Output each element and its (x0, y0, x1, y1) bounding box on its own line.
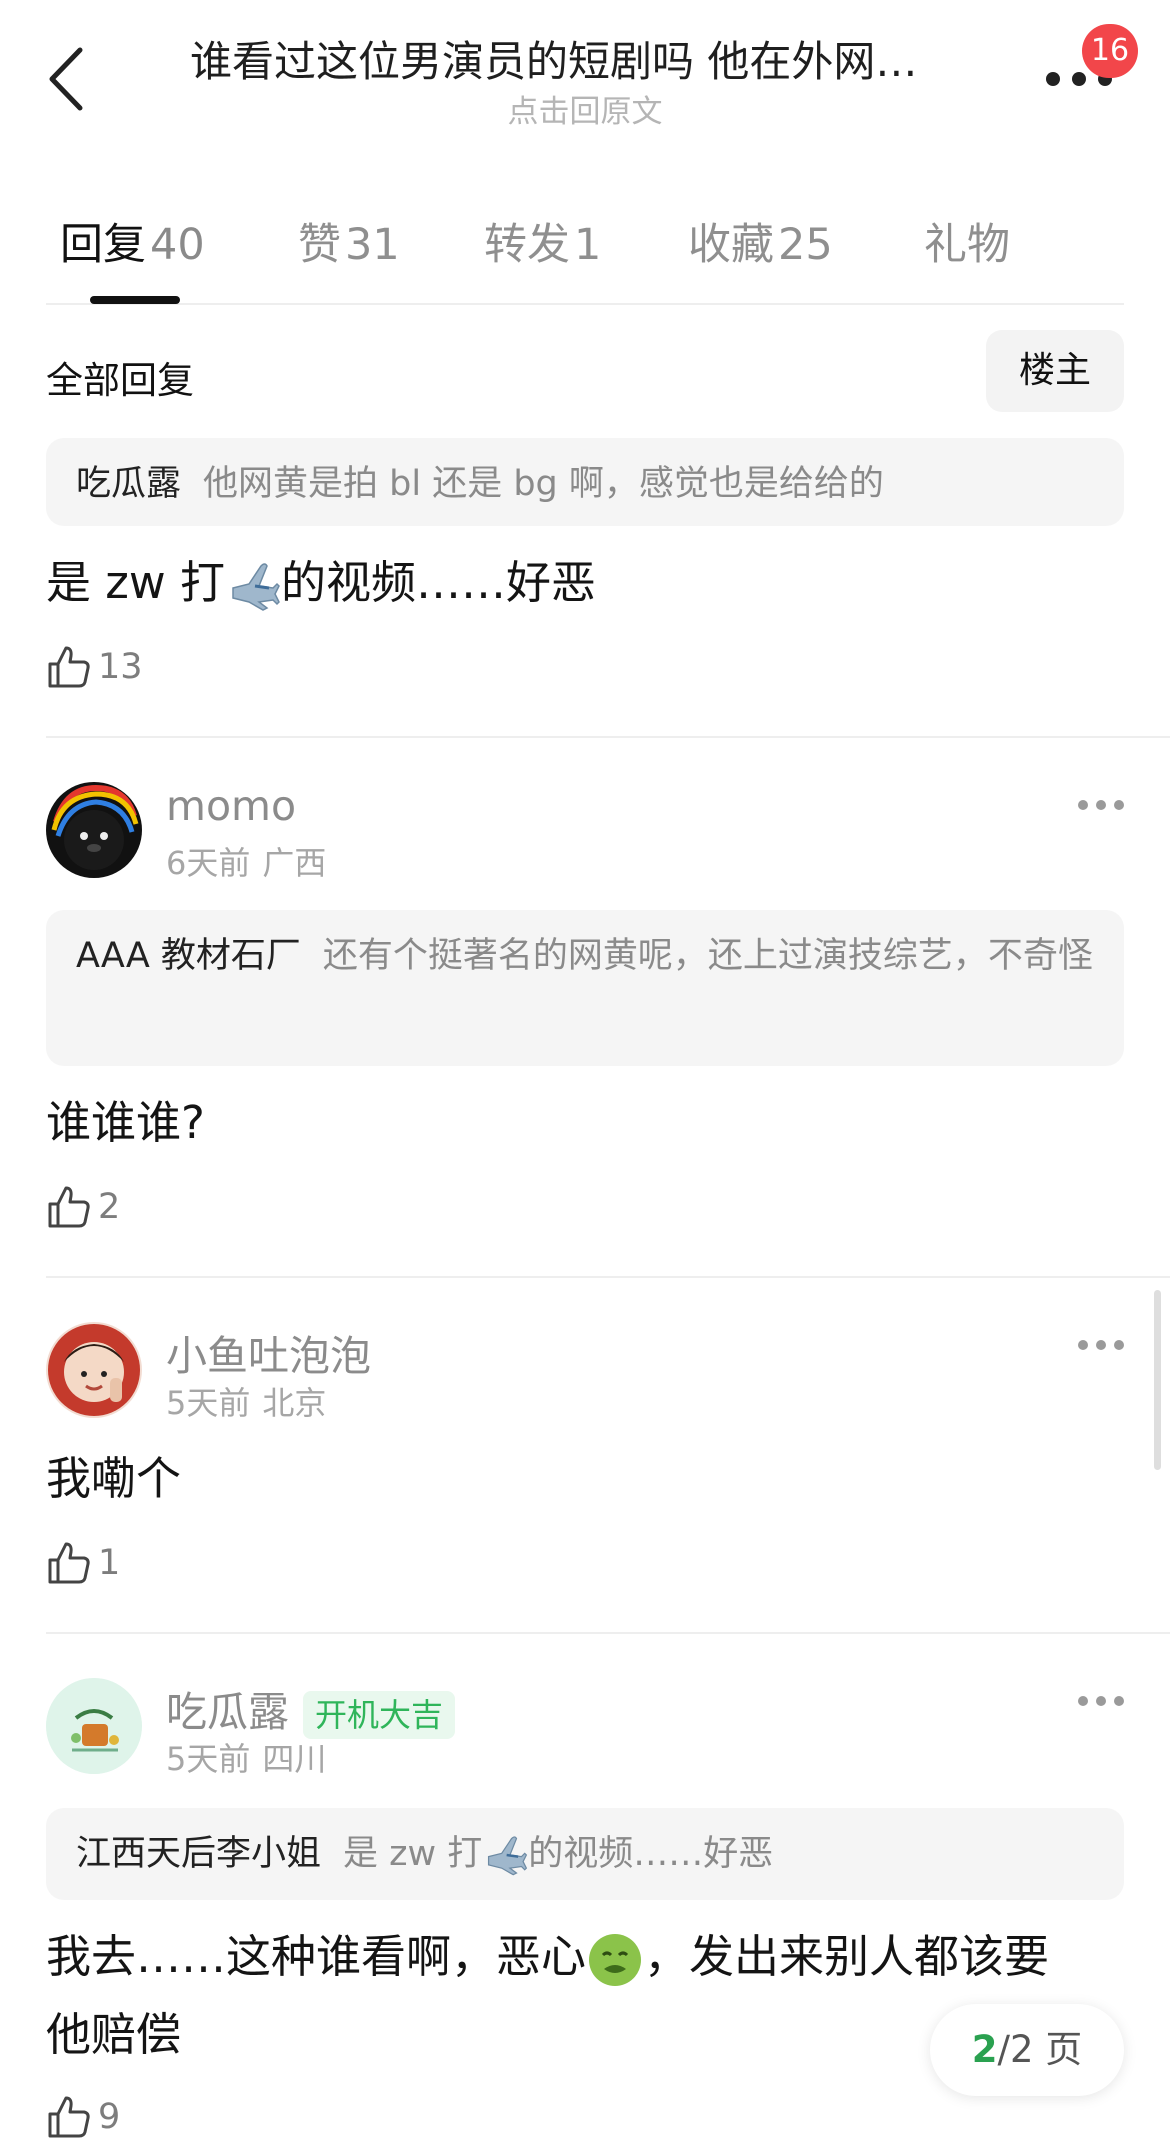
username-with-tag: 吃瓜露 开机大吉 (166, 1678, 456, 1739)
like-count: 13 (98, 647, 143, 687)
tab-reposts[interactable]: 转发1 (484, 210, 601, 272)
comment-text-part: 我去……这种谁看啊，恶心 (46, 1930, 587, 1983)
tab-gifts[interactable]: 礼物 (924, 210, 1010, 272)
scrollbar[interactable] (1154, 1290, 1161, 1470)
quoted-reply[interactable]: 吃瓜露 他网黄是拍 bl 还是 bg 啊，感觉也是给给的 (46, 438, 1124, 526)
comment-text: 是 zw 打 的视频……好恶 (46, 544, 596, 622)
back-to-original-link[interactable]: 点击回原文 (0, 86, 1170, 131)
tab-count: 1 (574, 220, 602, 270)
quoted-user: 江西天后李小姐 (76, 1834, 322, 1874)
comment-text-part: 是 zw 打 (46, 556, 226, 609)
airplane-emoji-icon (488, 1836, 528, 1876)
comment-meta: 5天前 北京 (166, 1378, 326, 1424)
tab-likes[interactable]: 赞31 (298, 210, 400, 272)
comment-location: 广西 (262, 844, 327, 882)
tab-label: 赞 (298, 220, 341, 270)
quoted-reply[interactable]: 江西天后李小姐是 zw 打 的视频……好恶 (46, 1808, 1124, 1900)
tab-count: 40 (150, 220, 205, 270)
comment-divider (46, 1632, 1170, 1634)
comment-location: 四川 (262, 1740, 327, 1778)
quoted-reply[interactable]: AAA 教材石厂 还有个挺著名的网黄呢，还上过演技综艺，不奇怪 (46, 910, 1124, 1066)
comment-time: 6天前 (166, 844, 251, 882)
quoted-text: 是 zw 打 的视频……好恶 (343, 1834, 774, 1876)
tab-label: 礼物 (924, 220, 1010, 270)
tab-count: 25 (778, 220, 833, 270)
tab-label: 收藏 (688, 220, 774, 270)
thumbs-up-icon (48, 646, 90, 688)
tab-label: 回复 (60, 220, 146, 270)
comment-text-part: 他赔偿 (46, 2008, 182, 2061)
like-button[interactable]: 2 (46, 1184, 120, 1234)
author-only-button[interactable]: 楼主 (986, 330, 1124, 412)
quoted-text-part: 的视频……好恶 (528, 1834, 774, 1874)
comment-text-part: ，发出来别人都该要 (644, 1930, 1050, 1983)
current-page: 2 (971, 2028, 998, 2071)
tab-label: 转发 (484, 220, 570, 270)
quoted-text: 还有个挺著名的网黄呢，还上过演技综艺，不奇怪 (322, 936, 1093, 976)
tab-replies[interactable]: 回复40 (60, 210, 205, 272)
airplane-emoji-icon (232, 563, 280, 611)
like-count: 9 (98, 2097, 121, 2137)
like-count: 1 (98, 1543, 121, 1583)
comment-location: 北京 (262, 1384, 327, 1422)
post-title[interactable]: 谁看过这位男演员的短剧吗 他在外网… (190, 28, 990, 89)
comment-text-part: 的视频……好恶 (281, 556, 597, 609)
comment-divider (46, 1276, 1170, 1278)
username[interactable]: 吃瓜露 (166, 1688, 289, 1736)
tabs-divider (46, 303, 1124, 305)
tab-favorites[interactable]: 收藏25 (688, 210, 833, 272)
like-button[interactable]: 13 (46, 644, 143, 694)
comment-more-icon[interactable] (1078, 800, 1124, 814)
notification-badge: 16 (1082, 24, 1138, 78)
comment-more-icon[interactable] (1078, 1340, 1124, 1354)
quoted-text: 他网黄是拍 bl 还是 bg 啊，感觉也是给给的 (203, 464, 884, 504)
comment-text: 谁谁谁? (46, 1096, 205, 1149)
total-pages: /2 页 (997, 2028, 1083, 2071)
thumbs-up-icon (48, 2096, 90, 2138)
all-replies-label: 全部回复 (46, 359, 194, 402)
user-tag-badge: 开机大吉 (303, 1691, 456, 1739)
comment-text: 我去……这种谁看啊，恶心 ，发出来别人都该要 他赔偿 (46, 1918, 1049, 2074)
like-count: 2 (98, 1187, 121, 1227)
thumbs-up-icon (48, 1186, 90, 1228)
avatar[interactable] (46, 1322, 142, 1418)
nauseated-face-emoji-icon (589, 1934, 642, 1986)
username[interactable]: 小鱼吐泡泡 (166, 1322, 371, 1382)
page-indicator-button[interactable]: 2/2 页 (930, 2004, 1124, 2096)
like-button[interactable]: 1 (46, 1540, 120, 1590)
username[interactable]: momo (166, 782, 296, 830)
active-tab-indicator (90, 296, 180, 304)
quoted-text-part: 是 zw 打 (343, 1834, 483, 1874)
comment-meta: 6天前 广西 (166, 838, 326, 884)
comment-more-icon[interactable] (1078, 1696, 1124, 1710)
like-button[interactable]: 9 (46, 2094, 120, 2144)
quoted-user: 吃瓜露 (76, 464, 182, 504)
comment-time: 5天前 (166, 1740, 251, 1778)
comment-divider (46, 736, 1170, 738)
thumbs-up-icon (48, 1542, 90, 1584)
avatar[interactable] (46, 1678, 142, 1774)
tab-count: 31 (345, 220, 400, 270)
comment-text: 我嘞个 (46, 1452, 182, 1505)
comment-time: 5天前 (166, 1384, 251, 1422)
comment-meta: 5天前 四川 (166, 1734, 326, 1780)
avatar[interactable] (46, 782, 142, 878)
quoted-user: AAA 教材石厂 (76, 936, 301, 976)
